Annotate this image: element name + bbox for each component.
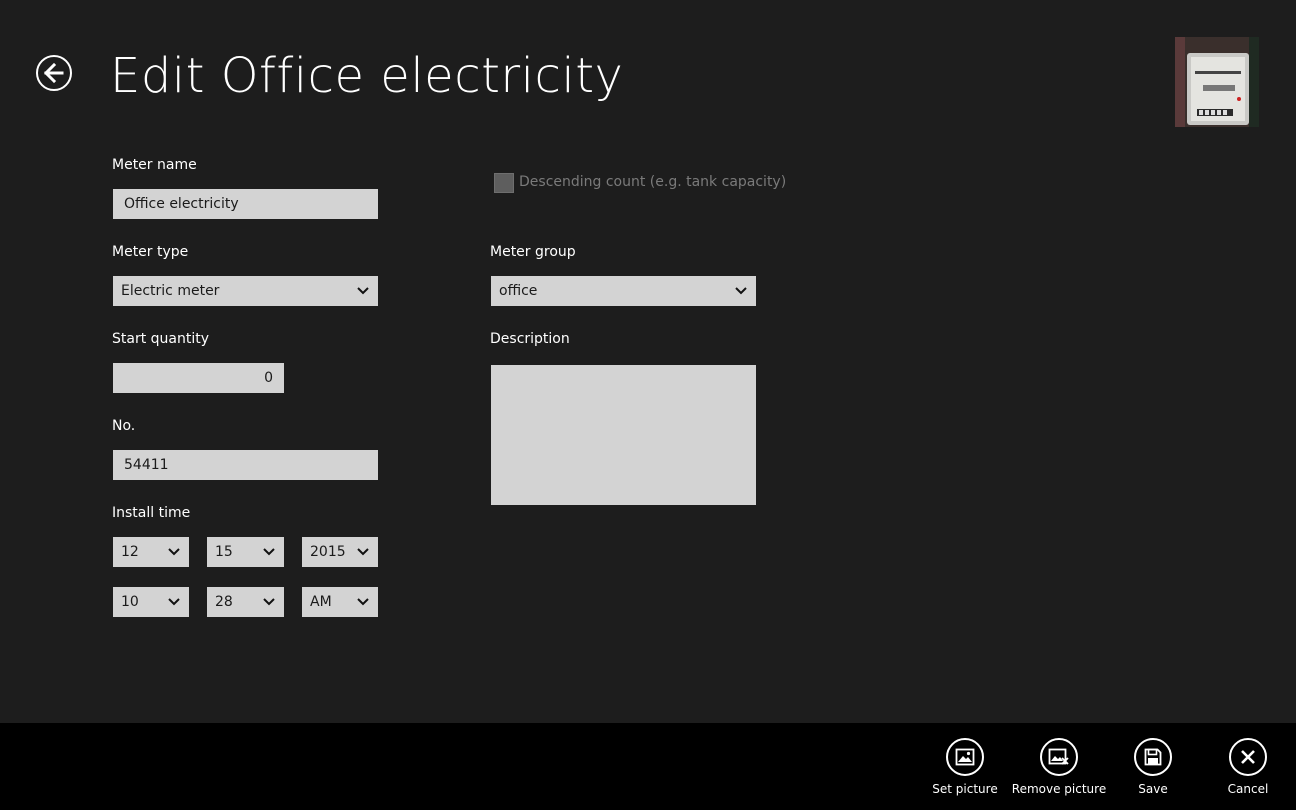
chevron-down-icon xyxy=(263,548,275,556)
set-picture-circle xyxy=(946,738,984,776)
install-hour-value: 10 xyxy=(121,594,139,610)
chevron-down-icon xyxy=(357,548,369,556)
install-year-select[interactable]: 2015 xyxy=(302,537,378,567)
app-bar: Set picture Remove picture Save Cancel xyxy=(0,723,1296,810)
description-label: Description xyxy=(490,331,570,347)
meter-type-value: Electric meter xyxy=(121,283,220,299)
number-label: No. xyxy=(112,418,136,434)
install-day-select[interactable]: 15 xyxy=(207,537,284,567)
cancel-label: Cancel xyxy=(1227,782,1269,796)
descending-count-label: Descending count (e.g. tank capacity) xyxy=(519,174,787,190)
chevron-down-icon xyxy=(168,548,180,556)
chevron-down-icon xyxy=(168,598,180,606)
chevron-down-icon xyxy=(357,598,369,606)
install-day-value: 15 xyxy=(215,544,233,560)
number-input[interactable] xyxy=(113,450,378,480)
chevron-down-icon xyxy=(357,287,369,295)
meter-picture-thumbnail xyxy=(1175,37,1259,127)
start-quantity-label: Start quantity xyxy=(112,331,210,347)
picture-icon xyxy=(955,748,975,766)
save-button[interactable]: Save xyxy=(1098,738,1208,808)
page-title: Edit Office electricity xyxy=(110,48,624,104)
chevron-down-icon xyxy=(735,287,747,295)
install-time-label: Install time xyxy=(112,505,191,521)
chevron-down-icon xyxy=(263,598,275,606)
start-quantity-input[interactable] xyxy=(113,363,284,393)
install-year-value: 2015 xyxy=(310,544,346,560)
install-minute-select[interactable]: 28 xyxy=(207,587,284,617)
description-input[interactable] xyxy=(491,365,756,505)
back-arrow-icon xyxy=(43,62,64,84)
save-label: Save xyxy=(1138,782,1168,796)
close-icon xyxy=(1241,750,1255,764)
remove-picture-circle xyxy=(1040,738,1078,776)
install-hour-select[interactable]: 10 xyxy=(113,587,189,617)
meter-group-value: office xyxy=(499,283,538,299)
descending-count-checkbox[interactable] xyxy=(494,173,514,193)
meter-group-select[interactable]: office xyxy=(491,276,756,306)
back-button[interactable] xyxy=(36,55,72,91)
meter-group-label: Meter group xyxy=(490,244,576,260)
meter-name-input[interactable] xyxy=(113,189,378,219)
cancel-button[interactable]: Cancel xyxy=(1193,738,1296,808)
meter-type-label: Meter type xyxy=(112,244,189,260)
save-icon xyxy=(1144,748,1162,766)
install-ampm-value: AM xyxy=(310,594,332,610)
install-minute-value: 28 xyxy=(215,594,233,610)
cancel-circle xyxy=(1229,738,1267,776)
install-month-select[interactable]: 12 xyxy=(113,537,189,567)
meter-type-select[interactable]: Electric meter xyxy=(113,276,378,306)
meter-name-label: Meter name xyxy=(112,157,197,173)
meter-picture xyxy=(1175,37,1259,127)
install-month-value: 12 xyxy=(121,544,139,560)
save-circle xyxy=(1134,738,1172,776)
install-ampm-select[interactable]: AM xyxy=(302,587,378,617)
remove-picture-icon xyxy=(1048,748,1069,765)
